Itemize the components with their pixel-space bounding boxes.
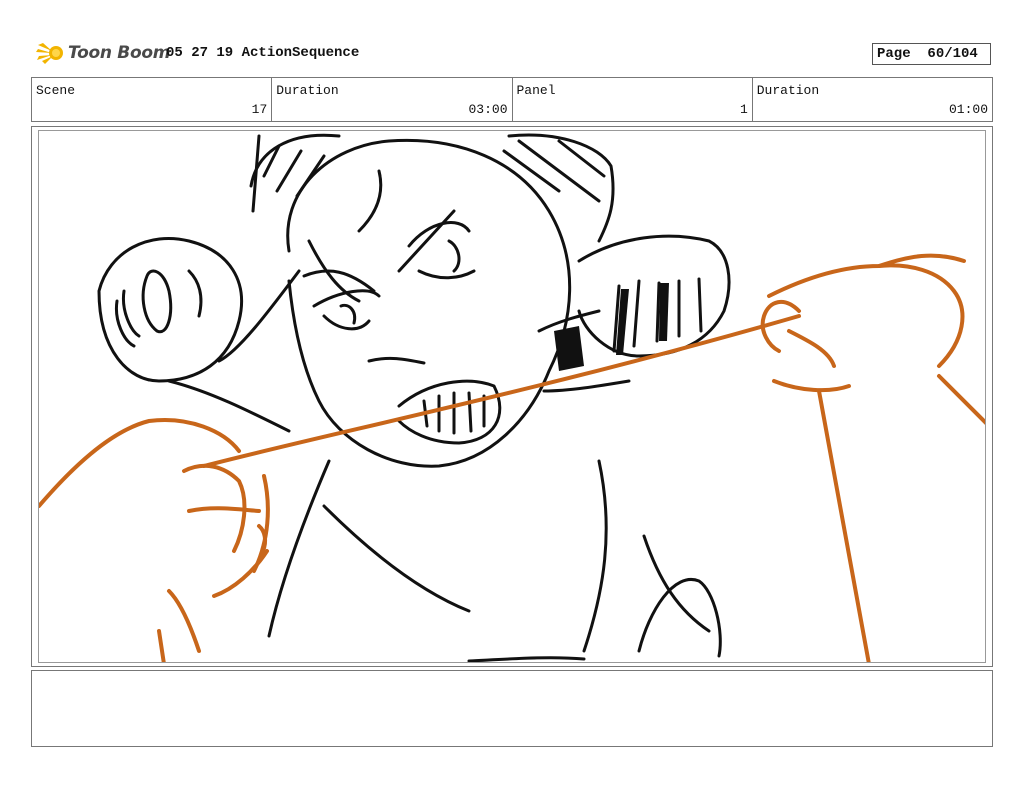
document-title: 05 27 19 ActionSequence <box>166 45 360 61</box>
scene-cell: Scene 17 <box>32 78 273 121</box>
panel-label: Panel <box>516 83 556 98</box>
panel-duration-label: Duration <box>756 83 820 98</box>
scene-duration-value: 03:00 <box>468 102 508 117</box>
scene-duration-label: Duration <box>276 83 339 98</box>
panel-value: 1 <box>739 102 748 117</box>
page-counter: Page 60/104 <box>872 43 991 65</box>
toon-boom-logo: Toon Boom <box>34 38 170 68</box>
character-sketch-lines <box>97 133 731 662</box>
panel-duration-cell: Duration 01:00 <box>753 78 992 121</box>
shot-info-row: Scene 17 Duration 03:00 Panel 1 Duration… <box>31 77 993 122</box>
panel-notes-box <box>31 670 993 747</box>
logo-text: Toon Boom <box>68 43 171 63</box>
scene-duration-cell: Duration 03:00 <box>272 78 513 121</box>
page-number: 60/104 <box>927 46 978 62</box>
scene-value: 17 <box>251 102 268 117</box>
panel-cell: Panel 1 <box>513 78 753 121</box>
logo-star-icon <box>36 43 63 64</box>
foreground-arms-orange <box>39 253 985 662</box>
scene-label: Scene <box>36 83 76 98</box>
panel-duration-value: 01:00 <box>948 102 988 117</box>
sketch-drawing <box>39 133 985 662</box>
storyboard-panel-image <box>38 130 986 663</box>
page-label: Page <box>877 46 911 62</box>
